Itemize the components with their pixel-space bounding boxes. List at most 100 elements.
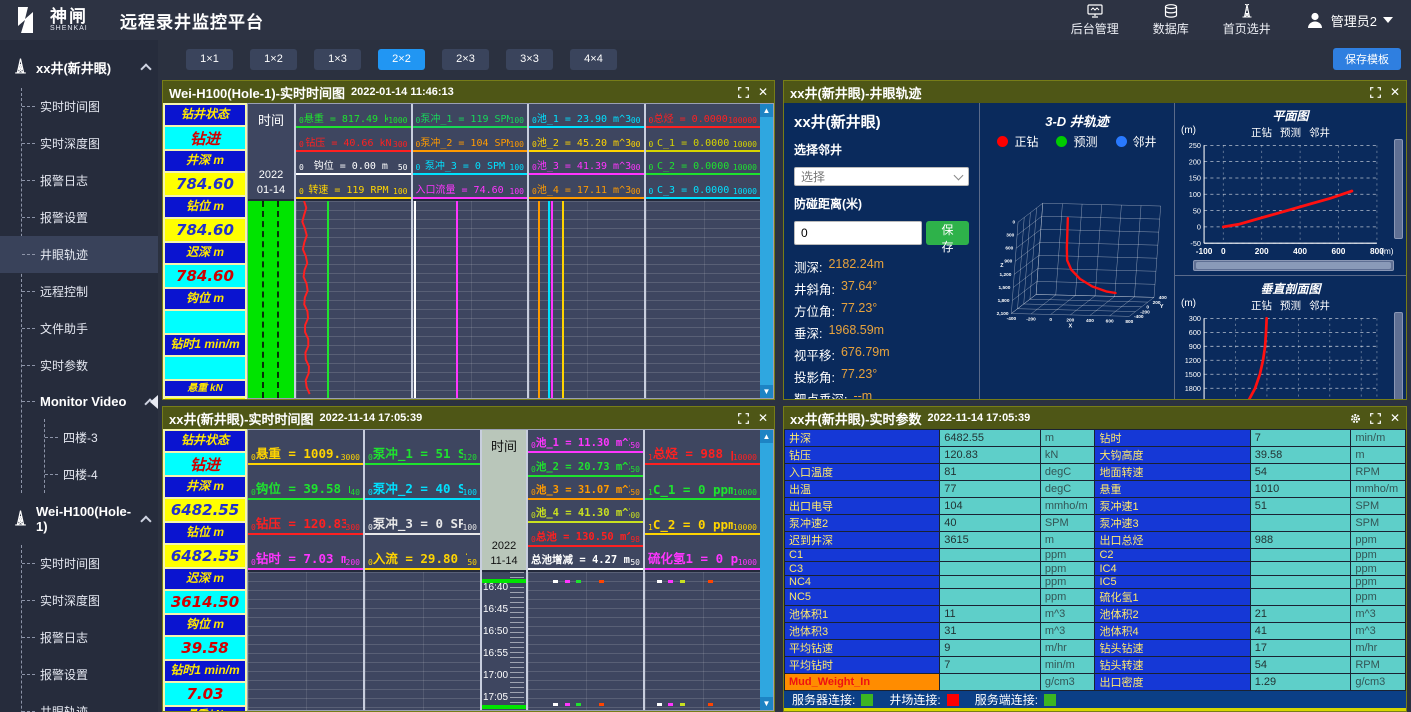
panel-tl-expand-icon[interactable] (738, 87, 749, 98)
panel-tr-close-icon[interactable]: ✕ (1390, 86, 1400, 98)
panel-bl-expand-icon[interactable] (738, 413, 749, 424)
data-marker (553, 580, 558, 583)
curve-line (551, 201, 553, 398)
curve-legend-line: 0C_1 = 0.000010000 (646, 128, 761, 152)
param-unit-cell: SPM (1351, 515, 1406, 532)
panel-bl-scrollbar[interactable]: ▲▼ (760, 430, 773, 710)
curve-line (548, 201, 550, 398)
param-unit-cell: kN (1040, 447, 1095, 464)
track-header: 0池_1 = 11.30 m^3500池_2 = 20.73 m^3500池_3… (528, 430, 643, 572)
time-column-header: 时间202211-14 (482, 430, 526, 572)
sidebar-collapse-handle[interactable] (150, 395, 158, 409)
layout-button-2×2[interactable]: 2×2 (378, 49, 425, 70)
param-name-cell: 池体积1 (785, 606, 940, 623)
sidebar-item-四楼-4[interactable]: 四楼-4 (45, 456, 158, 493)
stat-value: --m (853, 389, 872, 399)
param-name-cell: 泵冲速1 (1095, 498, 1250, 515)
layout-button-1×1[interactable]: 1×1 (186, 49, 233, 70)
param-unit-cell: ppm (1351, 549, 1406, 562)
panel-br-expand-icon[interactable] (1370, 413, 1381, 424)
sidebar-item-四楼-3[interactable]: 四楼-3 (45, 419, 158, 456)
app-title: 远程录井监控平台 (120, 8, 264, 33)
scroll-down-icon[interactable]: ▼ (760, 697, 773, 710)
section-vscrollbar[interactable] (1394, 312, 1403, 400)
panel-br-settings-icon[interactable] (1350, 413, 1361, 424)
param-label: 迟深 m (165, 243, 245, 263)
scroll-up-icon[interactable]: ▲ (760, 430, 773, 443)
layout-button-1×2[interactable]: 1×2 (250, 49, 297, 70)
layout-button-4×4[interactable]: 4×4 (570, 49, 617, 70)
panel-tr-expand-icon[interactable] (1370, 87, 1381, 98)
sidebar-item-实时参数[interactable]: 实时参数 (22, 347, 158, 384)
param-label: 钻位 m (165, 523, 245, 543)
sidebar-item-井眼轨迹[interactable]: 井眼轨迹 (22, 693, 158, 712)
sidebar-item-报警设置[interactable]: 报警设置 (22, 199, 158, 236)
stat-value: 37.64° (841, 279, 877, 298)
stat-value: 2182.24m (828, 257, 884, 276)
table-row: 池体积331m^3池体积441m^3 (785, 623, 1406, 640)
panel-br-close-icon[interactable]: ✕ (1390, 412, 1400, 424)
sidebar-group-2[interactable]: Wei-H100(Hole-1) (0, 493, 158, 545)
param-label: 钩位 m (165, 615, 245, 635)
layout-button-2×3[interactable]: 2×3 (442, 49, 489, 70)
tree-dash (22, 143, 35, 144)
trajectory-well-name: xx井(新井眼) (794, 111, 969, 132)
sidebar-group-1[interactable]: xx井(新井眼) (0, 46, 158, 88)
sidebar-subgroup-monitor-video[interactable]: Monitor Video (22, 384, 158, 419)
param-unit-cell: m (1040, 430, 1095, 447)
anticollision-distance-input[interactable] (794, 221, 922, 245)
anticollision-save-button[interactable]: 保存 (926, 221, 969, 245)
sidebar-item-报警日志[interactable]: 报警日志 (22, 619, 158, 656)
param-value-cell (940, 575, 1041, 588)
scroll-down-icon[interactable]: ▼ (760, 385, 773, 398)
tree-dash (22, 328, 35, 329)
plan-hscrollbar[interactable] (1193, 260, 1394, 271)
sidebar-item-远程控制[interactable]: 远程控制 (22, 273, 158, 310)
sidebar-item-实时时间图[interactable]: 实时时间图 (22, 88, 158, 125)
svg-text:600: 600 (1106, 319, 1114, 325)
curve-max: 100 (510, 116, 524, 125)
param-label: 迟深 m (165, 569, 245, 589)
layout-button-1×3[interactable]: 1×3 (314, 49, 361, 70)
header-menu-3[interactable]: 首页选井 (1223, 4, 1271, 37)
layout-button-3×3[interactable]: 3×3 (506, 49, 553, 70)
sidebar-item-报警设置[interactable]: 报警设置 (22, 656, 158, 693)
param-unit-cell: RPM (1351, 464, 1406, 481)
plan-vscrollbar[interactable] (1394, 139, 1403, 239)
select-chevron-icon (954, 170, 964, 180)
panel-tl-scrollbar[interactable]: ▲▼ (760, 104, 773, 398)
curve-max: 1000 (738, 558, 757, 567)
stat-label: 视平移: (794, 345, 835, 364)
curve-legend-line: 0悬重 = 817.49 kN1000 (296, 104, 411, 128)
panel-tl-close-icon[interactable]: ✕ (758, 86, 768, 98)
param-label: 钻井状态 (165, 105, 245, 125)
sidebar-item-实时时间图[interactable]: 实时时间图 (22, 545, 158, 582)
svg-text:2,100: 2,100 (997, 311, 1009, 317)
header-menu-label: 首页选井 (1223, 22, 1271, 37)
header-menu-1[interactable]: 后台管理 (1071, 4, 1119, 37)
trajectory-stat: 投影角:77.23° (794, 367, 969, 386)
sidebar-item-label: 实时参数 (40, 357, 88, 374)
sidebar-item-井眼轨迹[interactable]: 井眼轨迹 (0, 236, 158, 273)
panel-bl-close-icon[interactable]: ✕ (758, 412, 768, 424)
user-menu[interactable]: 管理员2 (1305, 10, 1393, 30)
param-unit-cell: ppm (1040, 589, 1095, 606)
svg-text:0: 0 (1049, 317, 1052, 323)
avatar-icon (1305, 10, 1325, 30)
param-value: 784.60 (165, 173, 245, 195)
param-value-cell: 120.83 (940, 447, 1041, 464)
header-menu-2[interactable]: 数据库 (1153, 4, 1189, 37)
curve-track: 0池_1 = 11.30 m^3500池_2 = 20.73 m^3500池_3… (526, 430, 643, 710)
sidebar-item-报警日志[interactable]: 报警日志 (22, 162, 158, 199)
curve-max: 100 (463, 488, 477, 497)
neighbor-well-label: 选择邻井 (794, 141, 969, 158)
sidebar-item-文件助手[interactable]: 文件助手 (22, 310, 158, 347)
sidebar-item-实时深度图[interactable]: 实时深度图 (22, 125, 158, 162)
scroll-up-icon[interactable]: ▲ (760, 104, 773, 117)
sidebar-item-实时深度图[interactable]: 实时深度图 (22, 582, 158, 619)
sidebar-item-label: 井眼轨迹 (40, 246, 88, 263)
time-tick-label: 17:05 (483, 692, 508, 703)
neighbor-well-select[interactable]: 选择 (794, 167, 969, 186)
save-template-button[interactable]: 保存模板 (1333, 48, 1401, 70)
param-name-cell: 平均钻速 (785, 640, 940, 657)
